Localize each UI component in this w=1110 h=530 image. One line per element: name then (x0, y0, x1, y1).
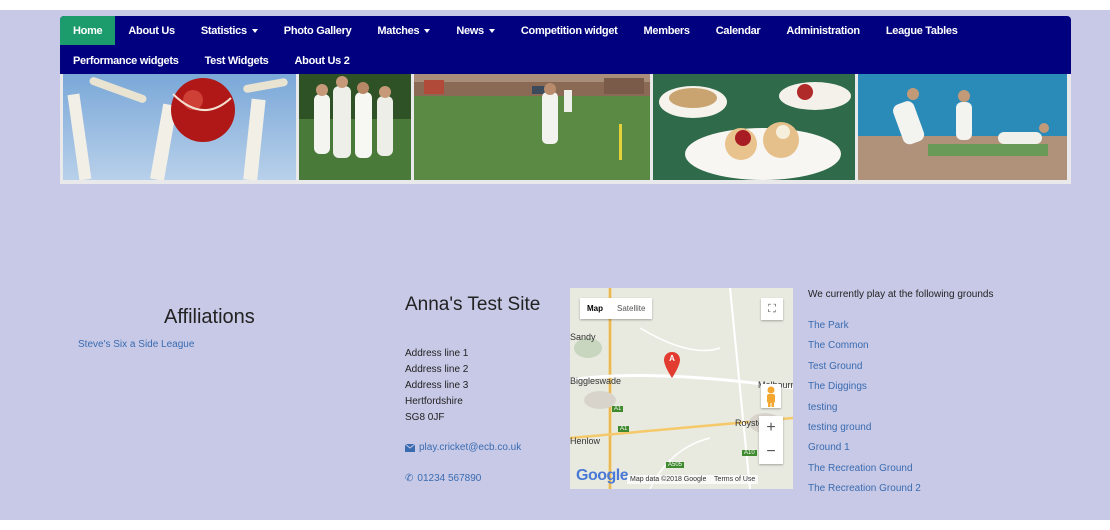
main-navbar: Home About Us Statistics Photo Gallery Match… (60, 16, 1071, 74)
ground-link[interactable]: Ground 1 (808, 438, 921, 458)
affiliations-heading: Affiliations (164, 306, 255, 328)
caret-down-icon (488, 28, 495, 33)
banner-photo-cream-tea (653, 74, 855, 180)
top-strip (0, 0, 1110, 10)
ground-link[interactable]: The Diggings (808, 377, 921, 397)
nav-item-label: About Us (128, 24, 175, 37)
nav-item-label: Calendar (715, 24, 761, 37)
map-place-label: Sandy (570, 332, 596, 342)
banner-photo-cricket-ball-wicket (63, 74, 296, 180)
affiliation-link[interactable]: Steve's Six a Side League (78, 339, 194, 350)
street-view-pegman-icon[interactable] (761, 384, 781, 408)
nav-item-home[interactable]: Home (60, 16, 116, 45)
ground-link[interactable]: The Park (808, 316, 921, 336)
nav-item-label: Administration (786, 24, 860, 37)
nav-item-label: Photo Gallery (283, 24, 352, 37)
address-line: SG8 0JF (405, 412, 445, 423)
email-text: play.cricket@ecb.co.uk (419, 442, 522, 453)
address-line: Address line 3 (405, 380, 469, 391)
nav-item-about-us-2[interactable]: About Us 2 (282, 46, 363, 75)
nav-item-photo-gallery[interactable]: Photo Gallery (271, 16, 365, 45)
bottom-strip (0, 520, 1110, 530)
ground-link[interactable]: testing (808, 398, 921, 418)
map-type-map-button[interactable]: Map (580, 298, 610, 319)
nav-item-label: Matches (377, 24, 420, 37)
nav-item-calendar[interactable]: Calendar (703, 16, 774, 45)
nav-item-label: Home (73, 24, 103, 37)
zoom-out-button[interactable]: − (759, 440, 783, 464)
address-line: Address line 2 (405, 364, 469, 375)
nav-item-label: Test Widgets (204, 54, 269, 67)
caret-down-icon (424, 28, 431, 33)
map-place-label: Henlow (570, 436, 601, 446)
banner-photo-batsman-pitch (414, 74, 650, 180)
header-banner (60, 74, 1071, 184)
map-terms-link[interactable]: Terms of Use (714, 476, 755, 483)
ground-link[interactable]: testing ground (808, 418, 921, 438)
nav-item-administration[interactable]: Administration (773, 16, 872, 45)
nav-item-test-widgets[interactable]: Test Widgets (192, 46, 282, 75)
nav-item-label: Performance widgets (73, 54, 179, 67)
road-label: A1 (612, 406, 624, 412)
fullscreen-icon[interactable]: ⛶ (761, 298, 783, 320)
road-label: A1 (618, 426, 630, 432)
phone-icon: ✆ (405, 473, 414, 484)
address-line: Hertfordshire (405, 396, 463, 407)
grounds-intro-text: We currently play at the following groun… (808, 289, 994, 300)
map-type-toggle: Map Satellite (580, 298, 653, 319)
map-place-label: Biggleswade (570, 376, 622, 386)
google-logo: Google (576, 467, 629, 484)
road-label: A10 (742, 450, 757, 456)
nav-row-1: Home About Us Statistics Photo Gallery Match… (60, 16, 971, 45)
address-line: Address line 1 (405, 348, 469, 359)
ground-map[interactable]: Map Satellite ⛶ Sandy Biggleswade Roysto… (570, 288, 793, 489)
map-type-satellite-button[interactable]: Satellite (610, 298, 652, 319)
nav-item-league-tables[interactable]: League Tables (873, 16, 971, 45)
road-label: A505 (666, 462, 685, 468)
nav-item-label: News (456, 24, 484, 37)
nav-item-label: About Us 2 (294, 54, 350, 67)
banner-photo-indoor-cricket (858, 74, 1067, 180)
map-attribution-bar: Map data ©2018 Google Terms of Use (627, 475, 759, 484)
grounds-list: The Park The Common Test Ground The Digging… (808, 316, 921, 500)
ground-link[interactable]: The Recreation Ground 2 (808, 479, 921, 499)
ground-link[interactable]: Test Ground (808, 357, 921, 377)
nav-item-news[interactable]: News (443, 16, 508, 45)
zoom-controls: + − (759, 416, 783, 464)
envelope-icon (405, 443, 415, 452)
ground-link[interactable]: The Common (808, 336, 921, 356)
nav-item-label: Statistics (200, 24, 247, 37)
caret-down-icon (251, 28, 258, 33)
email-link[interactable]: play.cricket@ecb.co.uk (405, 442, 521, 453)
map-attribution: Map data ©2018 Google (630, 476, 707, 483)
nav-item-label: Competition widget (520, 24, 618, 37)
nav-item-about-us[interactable]: About Us (115, 16, 187, 45)
phone-link[interactable]: ✆ 01234 567890 (405, 473, 481, 484)
map-marker-label: A (669, 354, 675, 363)
nav-item-performance-widgets[interactable]: Performance widgets (60, 46, 192, 75)
nav-item-label: League Tables (885, 24, 958, 37)
nav-row-2: Performance widgets Test Widgets About Us … (60, 46, 363, 75)
site-name-heading: Anna's Test Site (405, 294, 541, 315)
nav-item-statistics[interactable]: Statistics (188, 16, 271, 45)
nav-item-competition-widget[interactable]: Competition widget (508, 16, 631, 45)
nav-item-label: Members (643, 24, 691, 37)
phone-text: 01234 567890 (417, 473, 482, 484)
ground-link[interactable]: The Recreation Ground (808, 459, 921, 479)
postal-address: Address line 1 Address line 2 Address line… (405, 346, 468, 426)
nav-item-matches[interactable]: Matches (364, 16, 443, 45)
map-marker[interactable]: A (664, 352, 680, 378)
zoom-in-button[interactable]: + (759, 416, 783, 440)
nav-item-members[interactable]: Members (631, 16, 703, 45)
banner-photo-cricket-players (299, 74, 411, 180)
